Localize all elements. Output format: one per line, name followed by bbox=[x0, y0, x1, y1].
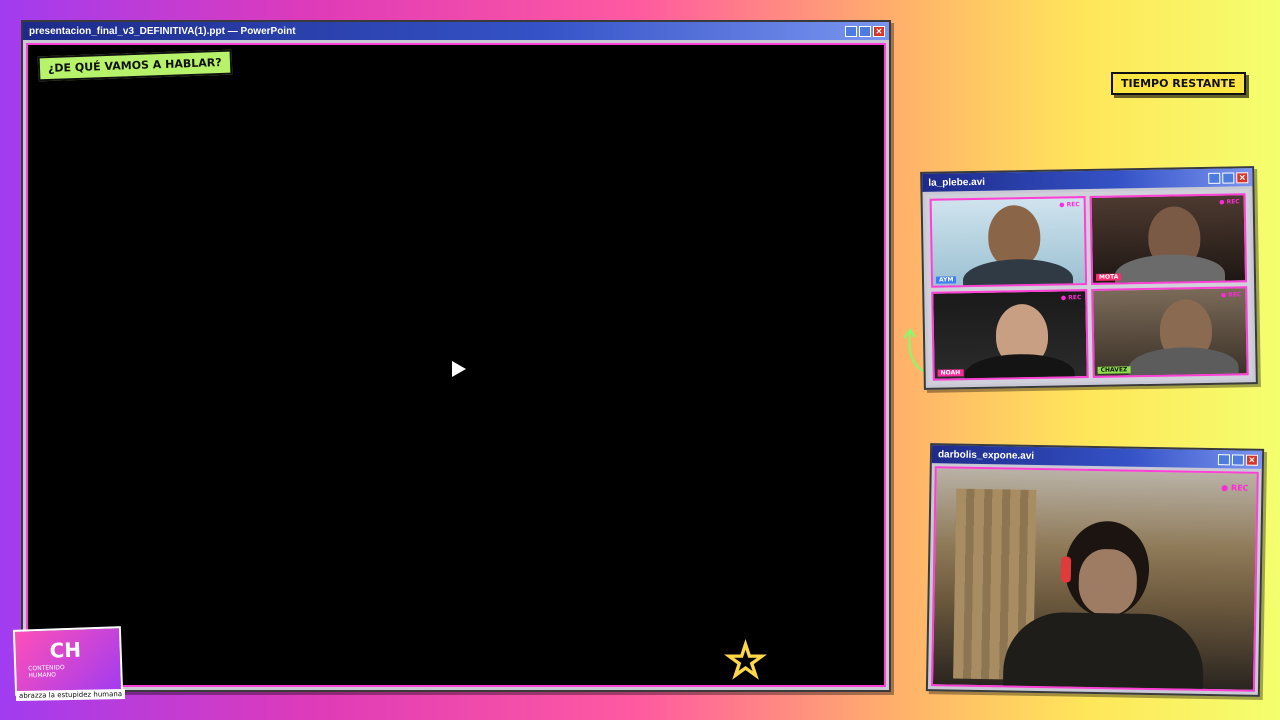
webcam-feed: ● REC CHAVEZ bbox=[1091, 286, 1249, 378]
presenter-webcam-feed: ● REC bbox=[930, 466, 1259, 692]
presenter-body bbox=[1002, 611, 1205, 692]
slide-area[interactable]: ¿DE QUÉ VAMOS A HABLAR? ☆ bbox=[26, 43, 886, 687]
close-button[interactable]: ✕ bbox=[1236, 171, 1249, 183]
play-icon[interactable] bbox=[452, 361, 466, 377]
person-body bbox=[964, 353, 1076, 381]
person-body bbox=[1114, 253, 1226, 285]
rec-indicator: ● REC bbox=[1059, 201, 1080, 209]
rec-indicator: ● REC bbox=[1060, 294, 1082, 302]
webcam-feed: ● REC NOAH bbox=[931, 289, 1089, 381]
rec-indicator: ● REC bbox=[1221, 483, 1249, 493]
minimize-button[interactable] bbox=[1217, 453, 1231, 465]
person-face bbox=[987, 204, 1041, 268]
close-button[interactable]: ✕ bbox=[873, 25, 885, 37]
plebe-titlebar[interactable]: la_plebe.avi ✕ bbox=[922, 168, 1253, 192]
star-icon: ☆ bbox=[723, 633, 768, 689]
webcam-feed: ● REC AYM bbox=[929, 196, 1088, 288]
logo-subtitle: CONTENIDO HUMANO bbox=[28, 664, 65, 679]
powerpoint-window: presentacion_final_v3_DEFINITIVA(1).ppt … bbox=[21, 20, 891, 692]
maximize-button[interactable] bbox=[1222, 171, 1235, 184]
presenter-person bbox=[1002, 519, 1205, 692]
person-body bbox=[962, 258, 1074, 288]
plebe-window-title: la_plebe.avi bbox=[928, 176, 986, 189]
name-tag: AYM bbox=[935, 276, 957, 284]
minimize-button[interactable] bbox=[845, 25, 857, 37]
maximize-button[interactable] bbox=[1231, 453, 1245, 466]
ppt-window-title: presentacion_final_v3_DEFINITIVA(1).ppt … bbox=[29, 25, 296, 37]
presenter-face bbox=[1078, 548, 1138, 616]
channel-logo: CH CONTENIDO HUMANO bbox=[12, 626, 124, 696]
headset-icon bbox=[1060, 556, 1072, 583]
rec-indicator: ● REC bbox=[1219, 198, 1240, 206]
name-tag: CHAVEZ bbox=[1097, 366, 1131, 374]
presenter-cam-window: darbolis_expone.avi ✕ ● REC bbox=[925, 443, 1265, 697]
maximize-button[interactable] bbox=[859, 25, 871, 37]
close-button[interactable]: ✕ bbox=[1245, 454, 1259, 466]
logo-initials: CH bbox=[49, 637, 82, 663]
name-tag: MOTA bbox=[1095, 273, 1122, 281]
slide-heading-sticker: ¿DE QUÉ VAMOS A HABLAR? bbox=[37, 49, 233, 82]
person-body bbox=[1128, 346, 1239, 378]
expone-titlebar[interactable]: darbolis_expone.avi ✕ bbox=[931, 445, 1263, 469]
logo-line-2: HUMANO bbox=[28, 671, 57, 680]
ppt-titlebar[interactable]: presentacion_final_v3_DEFINITIVA(1).ppt … bbox=[23, 22, 889, 40]
timer-label: TIEMPO RESTANTE bbox=[1111, 72, 1246, 95]
expone-window-title: darbolis_expone.avi bbox=[937, 448, 1035, 462]
minimize-button[interactable] bbox=[1208, 172, 1221, 184]
channel-slogan: abrazza la estupidez humana bbox=[15, 689, 126, 701]
name-tag: NOAH bbox=[937, 369, 964, 377]
rec-indicator: ● REC bbox=[1220, 291, 1242, 299]
group-cam-window: la_plebe.avi ✕ ● REC AYM ● REC MOTA ● RE… bbox=[920, 166, 1258, 390]
cam-grid: ● REC AYM ● REC MOTA ● REC NOAH ● REC CH… bbox=[925, 189, 1253, 385]
webcam-feed: ● REC MOTA bbox=[1089, 193, 1248, 285]
